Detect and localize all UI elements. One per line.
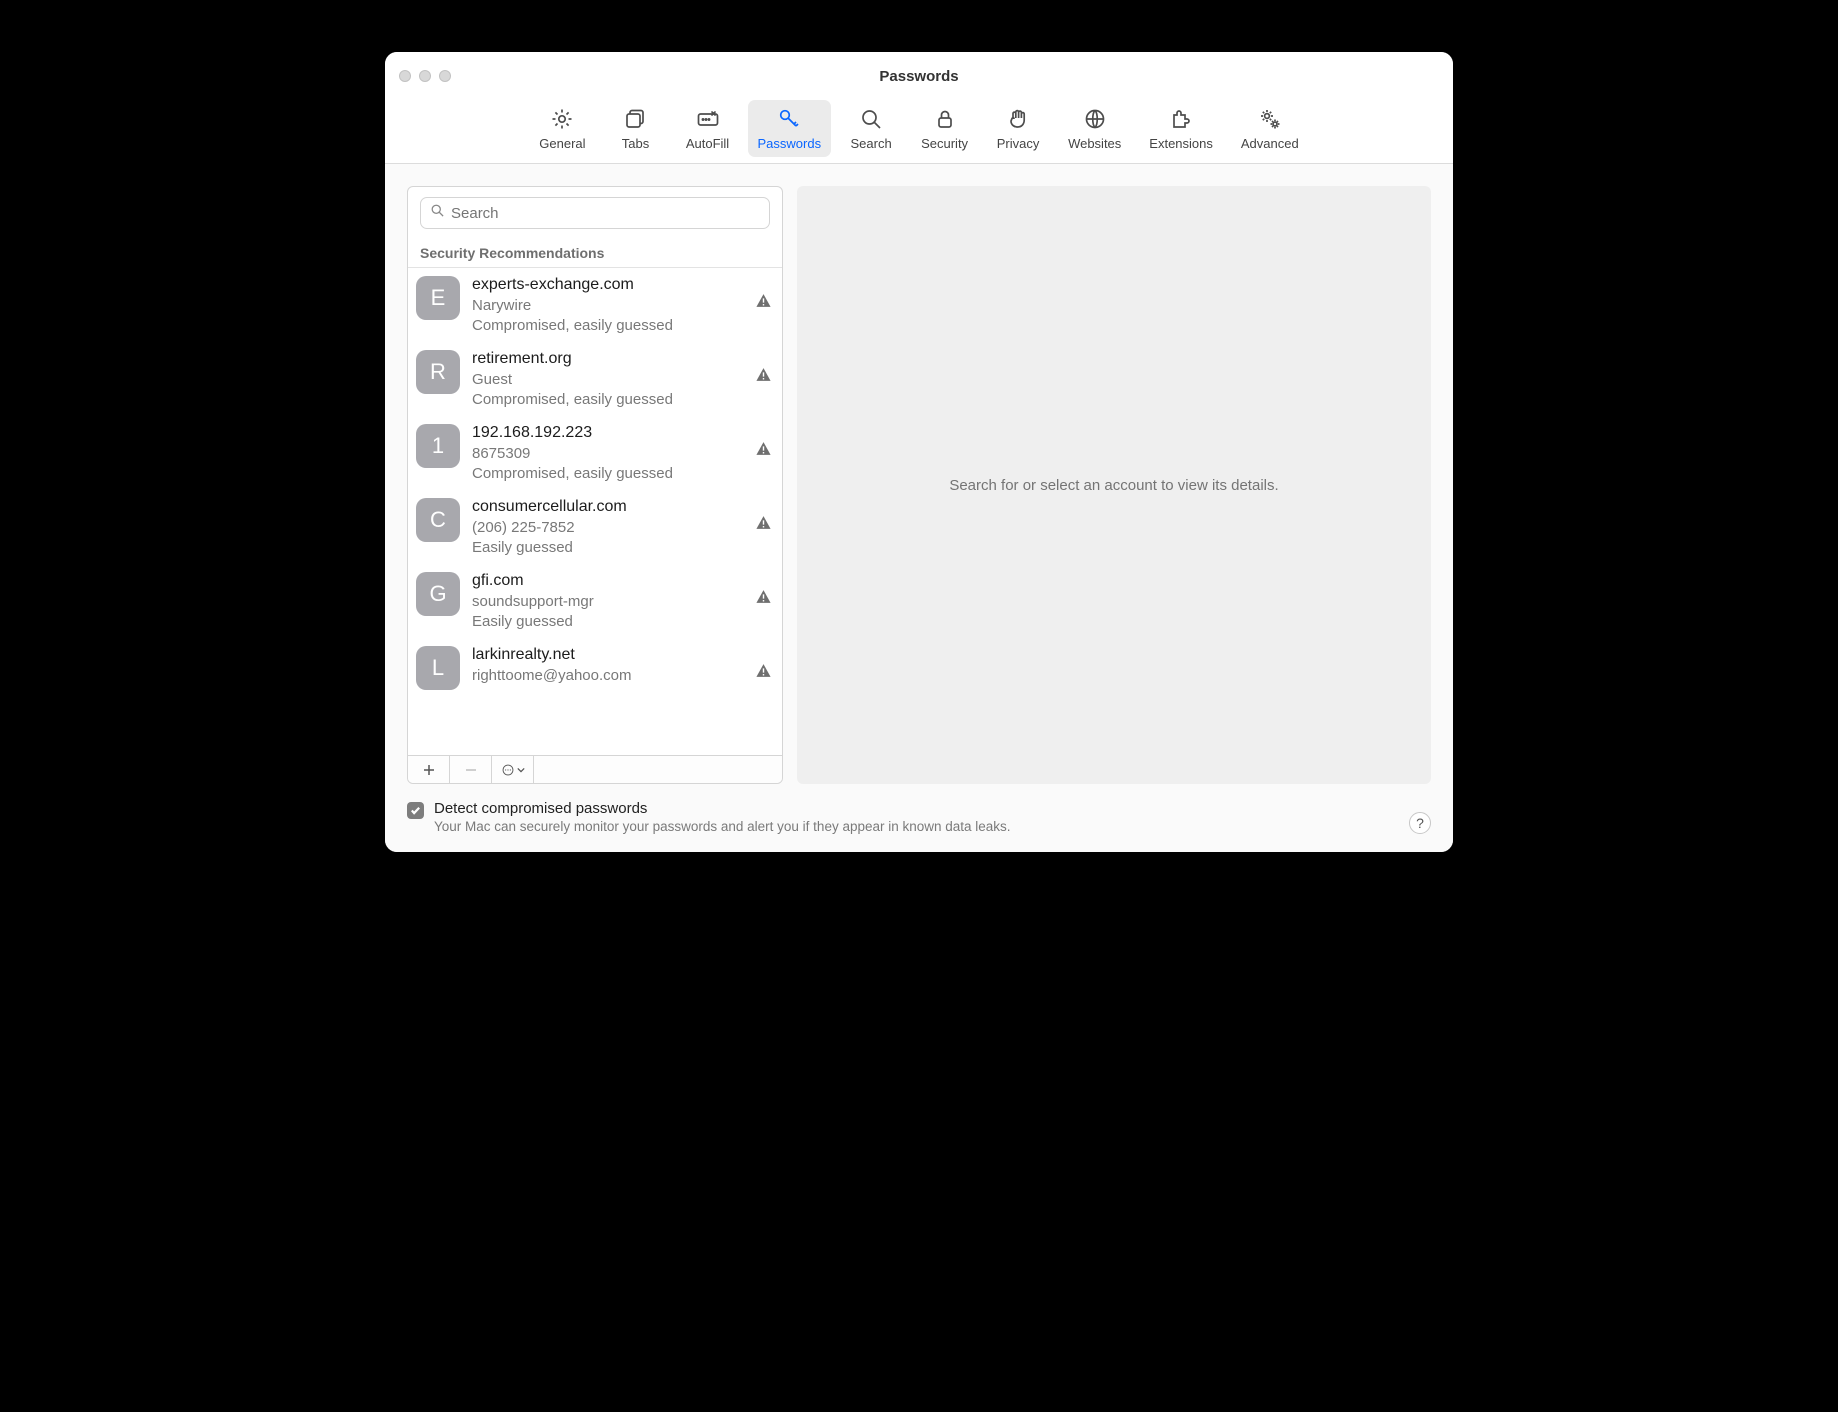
avatar: L [416,646,460,690]
help-button[interactable]: ? [1409,812,1431,834]
warning-icon [755,514,772,536]
tab-tabs[interactable]: Tabs [604,100,668,157]
account-user: 8675309 [472,444,772,464]
search-icon [858,106,884,132]
key-icon [776,106,802,132]
avatar: C [416,498,460,542]
account-user: Guest [472,370,772,390]
account-row[interactable]: 1 192.168.192.2238675309Compromised, easi… [408,416,782,490]
account-site: experts-exchange.com [472,274,772,296]
preferences-toolbar: General Tabs AutoFill Passwords Search Securi… [385,100,1453,164]
detect-compromised-sub: Your Mac can securely monitor your passw… [434,819,1011,834]
tab-extensions[interactable]: Extensions [1139,100,1223,157]
tab-general[interactable]: General [529,100,595,157]
account-status: Compromised, easily guessed [472,464,772,484]
minimize-window-button[interactable] [419,70,431,82]
account-row[interactable]: Rretirement.orgGuestCompromised, easily … [408,342,782,416]
add-button[interactable] [408,756,450,783]
tab-label: Security [921,136,968,151]
tab-label: Privacy [997,136,1040,151]
warning-icon [755,366,772,388]
account-user: righttoome@yahoo.com [472,666,772,686]
tabs-icon [623,106,649,132]
bottom-bar: Detect compromised passwords Your Mac ca… [385,792,1453,852]
tab-privacy[interactable]: Privacy [986,100,1050,157]
tab-label: Passwords [758,136,822,151]
gears-icon [1257,106,1283,132]
account-user: Narywire [472,296,772,316]
remove-button[interactable] [450,756,492,783]
tab-advanced[interactable]: Advanced [1231,100,1309,157]
avatar: G [416,572,460,616]
gear-icon [549,106,575,132]
search-input[interactable] [451,205,760,222]
detail-placeholder-text: Search for or select an account to view … [949,477,1278,494]
tab-label: Search [850,136,891,151]
accounts-sidebar: Security Recommendations Eexperts-exchan… [407,186,783,784]
account-row[interactable]: Cconsumercellular.com(206) 225-7852Easil… [408,490,782,564]
detect-compromised-checkbox[interactable] [407,802,424,819]
tab-passwords[interactable]: Passwords [748,100,832,157]
autofill-icon [695,106,721,132]
detail-panel: Search for or select an account to view … [797,186,1431,784]
account-site: consumercellular.com [472,496,772,518]
detect-compromised-label: Detect compromised passwords [434,800,1011,817]
preferences-window: Passwords General Tabs AutoFill Passwords Se… [385,52,1453,852]
account-user: soundsupport-mgr [472,592,772,612]
account-status: Compromised, easily guessed [472,316,772,336]
search-field[interactable] [420,197,770,229]
tab-label: Extensions [1149,136,1213,151]
account-status: Easily guessed [472,612,772,632]
account-site: gfi.com [472,570,772,592]
tab-websites[interactable]: Websites [1058,100,1131,157]
tab-label: Advanced [1241,136,1299,151]
tab-autofill[interactable]: AutoFill [676,100,740,157]
tab-security[interactable]: Security [911,100,978,157]
account-site: retirement.org [472,348,772,370]
window-title: Passwords [385,68,1453,85]
accounts-list[interactable]: Eexperts-exchange.comNarywireCompromised… [408,268,782,755]
list-footer [408,755,782,783]
account-status: Compromised, easily guessed [472,390,772,410]
account-row[interactable]: Ggfi.comsoundsupport-mgrEasily guessed [408,564,782,638]
avatar: 1 [416,424,460,468]
globe-icon [1082,106,1108,132]
tab-label: Tabs [622,136,649,151]
detect-compromised-row: Detect compromised passwords Your Mac ca… [407,800,1011,834]
account-row[interactable]: Llarkinrealty.netrighttoome@yahoo.com [408,638,782,696]
zoom-window-button[interactable] [439,70,451,82]
account-user: (206) 225-7852 [472,518,772,538]
account-site: 192.168.192.223 [472,422,772,444]
section-header: Security Recommendations [408,239,782,268]
puzzle-icon [1168,106,1194,132]
more-options-button[interactable] [492,756,534,783]
warning-icon [755,662,772,684]
search-icon [430,203,445,223]
avatar: R [416,350,460,394]
traffic-lights [385,70,451,82]
warning-icon [755,588,772,610]
tab-search[interactable]: Search [839,100,903,157]
warning-icon [755,292,772,314]
hand-icon [1005,106,1031,132]
lock-icon [932,106,958,132]
body: Security Recommendations Eexperts-exchan… [385,164,1453,792]
tab-label: AutoFill [686,136,729,151]
tab-label: General [539,136,585,151]
tab-label: Websites [1068,136,1121,151]
titlebar: Passwords [385,52,1453,100]
chevron-down-icon [517,766,525,774]
account-status: Easily guessed [472,538,772,558]
search-wrapper [408,187,782,239]
warning-icon [755,440,772,462]
account-site: larkinrealty.net [472,644,772,666]
close-window-button[interactable] [399,70,411,82]
avatar: E [416,276,460,320]
account-row[interactable]: Eexperts-exchange.comNarywireCompromised… [408,268,782,342]
